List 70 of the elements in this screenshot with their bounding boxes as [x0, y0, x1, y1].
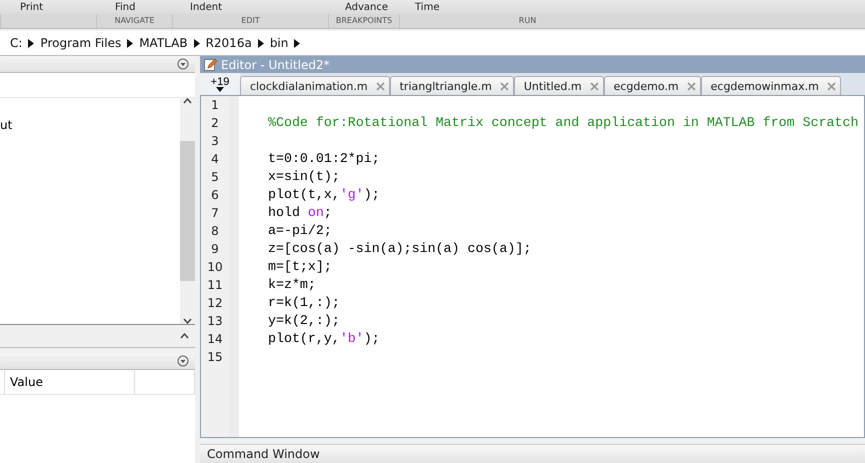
path-segment[interactable]: R2016a	[206, 36, 252, 50]
toolbar-button[interactable]: Print	[0, 2, 95, 14]
code-line: m=[t;x];	[268, 259, 332, 274]
dropdown-icon[interactable]	[177, 58, 189, 70]
code-editor[interactable]	[200, 95, 865, 438]
editor-title: Editor - Untitled2*	[221, 58, 330, 72]
section-label: NAVIGATE	[96, 14, 172, 28]
code-line: a=-pi/2;	[268, 223, 332, 238]
caret-down-icon	[216, 86, 224, 92]
code-line: y=k(2,:);	[268, 313, 340, 328]
toolbar-button[interactable]: Find	[95, 2, 170, 14]
code-line: x=sin(t);	[268, 169, 340, 184]
file-tab[interactable]: clockdialanimation.m	[240, 76, 390, 95]
close-icon[interactable]	[376, 82, 385, 90]
line-number: 14	[206, 331, 224, 348]
more-tabs-button[interactable]: +19	[200, 73, 240, 95]
section-label: BREAKPOINTS	[328, 14, 399, 28]
command-window-header: Command Window	[200, 444, 865, 463]
toolbar-button[interactable]: Time	[395, 2, 650, 14]
chevron-right-icon[interactable]	[294, 38, 300, 48]
line-number: 1	[210, 97, 220, 114]
dropdown-icon[interactable]	[177, 355, 189, 367]
path-segment[interactable]: bin	[270, 36, 288, 50]
line-number: 5	[210, 169, 220, 186]
line-number: 3	[210, 133, 220, 150]
scrollbar[interactable]	[180, 98, 195, 324]
caret-up-icon[interactable]	[183, 98, 192, 104]
close-icon[interactable]	[590, 82, 599, 90]
code-line: z=[cos(a) -sin(a);sin(a) cos(a)];	[268, 241, 532, 256]
chevron-right-icon[interactable]	[127, 38, 134, 48]
close-icon[interactable]	[826, 82, 836, 90]
code-line: plot(t,x,'g');	[268, 187, 380, 202]
code-line: k=z*m;	[268, 277, 316, 292]
path-segment[interactable]: MATLAB	[139, 36, 188, 50]
code-line: plot(r,y,'b');	[268, 331, 380, 346]
close-icon[interactable]	[686, 82, 696, 90]
chevron-right-icon[interactable]	[28, 38, 34, 48]
path-segment[interactable]: Program Files	[40, 36, 122, 50]
column-header[interactable]: Value	[5, 370, 135, 394]
line-number: 13	[206, 313, 224, 330]
line-number: 8	[210, 223, 220, 240]
line-number: 10	[206, 259, 224, 276]
line-number: 9	[210, 241, 220, 258]
line-number: 15	[206, 349, 224, 366]
line-number: 4	[210, 151, 220, 168]
line-number: 2	[210, 115, 220, 132]
line-number: 6	[210, 187, 220, 204]
section-label: EDIT	[172, 14, 328, 28]
toolbar-button[interactable]: Advance	[325, 2, 395, 14]
caret-up-icon[interactable]	[180, 333, 189, 339]
line-number: 11	[206, 277, 224, 294]
toolbar-button[interactable]: Indent	[170, 2, 325, 14]
file-tab[interactable]: triangltriangle.m	[390, 76, 514, 95]
code-line: hold on;	[268, 205, 332, 220]
file-tab[interactable]: Untitled.m	[514, 76, 604, 95]
file-tab[interactable]: ecgdemowinmax.m	[700, 76, 841, 95]
code-line: %Code for:Rotational Matrix concept and application in MATLAB from Scratch	[268, 115, 858, 130]
path-segment[interactable]: C:	[10, 36, 22, 50]
code-line: r=k(1,:);	[268, 295, 340, 310]
close-icon[interactable]	[500, 82, 509, 90]
pencil-icon	[204, 58, 217, 71]
line-number: 7	[210, 205, 220, 222]
chevron-right-icon[interactable]	[194, 38, 200, 48]
chevron-right-icon[interactable]	[258, 38, 264, 48]
section-label: RUN	[399, 14, 655, 28]
file-tab[interactable]: ecgdemo.m	[604, 76, 701, 95]
code-line: t=0:0.01:2*pi;	[268, 151, 380, 166]
file-name[interactable]: ut	[0, 118, 12, 132]
caret-down-icon[interactable]	[183, 318, 192, 324]
line-number: 12	[206, 295, 224, 312]
